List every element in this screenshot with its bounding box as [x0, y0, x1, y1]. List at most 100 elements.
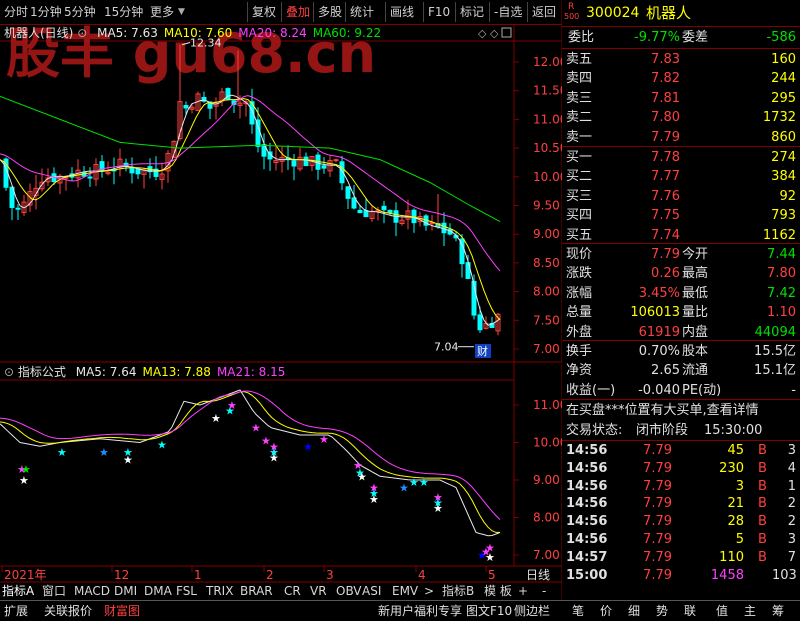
indicator-y-tick-label: 10.00 — [533, 436, 562, 450]
ask-price[interactable]: 7.79 — [622, 128, 680, 147]
bid-price[interactable]: 7.74 — [622, 226, 680, 245]
bid-label: 买四 — [566, 208, 593, 224]
indicator-tab[interactable]: MACD — [74, 582, 110, 600]
candle-body — [87, 176, 93, 179]
stat-label: 收益(一) — [566, 382, 616, 398]
ask-price[interactable]: 7.83 — [622, 50, 680, 69]
signal-star-icon: ★ — [21, 463, 31, 476]
indicator-tab[interactable]: 模 板 — [484, 582, 512, 600]
tick-price: 7.79 — [643, 460, 672, 476]
quote-view-tab[interactable]: 笔 — [572, 602, 584, 620]
kline-chart[interactable]: 12.00 11.50 11.00 10.50 10.00 9.50 9.00 8.50 8.0… — [0, 0, 562, 600]
ma-label: MA13: 7.88 — [142, 365, 211, 379]
quote-view-tab[interactable]: 值 — [716, 602, 728, 620]
trade-status-label: 交易状态: — [566, 423, 623, 438]
indicator-tab[interactable]: - — [542, 582, 546, 600]
stat-value: 7.80 — [767, 266, 796, 282]
main-chart-title: 机器人(日线) — [4, 26, 74, 40]
candle-body — [381, 205, 387, 211]
ma-label: MA10: 7.60 — [163, 26, 233, 40]
status-link[interactable]: 图文F10 — [466, 602, 512, 620]
status-item[interactable]: 关联报价 — [44, 602, 92, 620]
bid-volume: 1162 — [762, 227, 796, 243]
signal-star-icon: ★ — [157, 438, 167, 451]
candle-body — [441, 222, 447, 234]
indicator-tab[interactable]: ASI — [362, 582, 381, 600]
tick-time: 14:56 — [566, 478, 608, 494]
indicator-tab[interactable]: TRIX — [206, 582, 233, 600]
tick-count: 2 — [787, 496, 796, 512]
bid-price[interactable]: 7.78 — [622, 148, 680, 167]
ask-volume: 160 — [771, 52, 796, 67]
status-link[interactable]: 侧边栏 — [514, 602, 550, 620]
ask-price[interactable]: 7.80 — [622, 108, 680, 127]
indicator-y-tick-label: 11.00 — [533, 398, 562, 412]
indicator-y-tick-label: 8.00 — [533, 511, 560, 525]
indicator-tab[interactable]: FSL — [176, 582, 197, 600]
tick-count: 3 — [787, 532, 796, 547]
tick-side: B — [758, 532, 767, 547]
maximize-icon[interactable] — [501, 27, 512, 38]
signal-star-icon: ★ — [57, 446, 67, 459]
tick-time: 14:56 — [566, 460, 608, 476]
tick-count: 7 — [787, 549, 796, 565]
quote-view-tab[interactable]: 细 — [628, 602, 640, 620]
diamond-icon[interactable]: ◇ — [478, 27, 487, 40]
tick-time: 14:56 — [566, 496, 608, 512]
indicator-ma-legend: MA5: 7.64 MA13: 7.88 MA21: 8.15 — [70, 365, 286, 379]
market-badge-top: R — [568, 2, 575, 12]
tick-side: B — [758, 443, 767, 458]
indicator-tab[interactable]: EMV — [392, 582, 418, 600]
diamond-icon[interactable]: ◇ — [490, 27, 499, 40]
indicator-tab[interactable]: VR — [310, 582, 327, 600]
indicator-tab[interactable]: 指标B — [442, 582, 474, 600]
bid-price[interactable]: 7.77 — [622, 167, 680, 186]
ask-price[interactable]: 7.82 — [622, 69, 680, 88]
quote-view-tab[interactable]: 筹 — [772, 602, 784, 620]
bid-volume: 274 — [771, 150, 796, 165]
signal-star-icon: ★ — [369, 493, 379, 506]
quote-view-tab[interactable]: 价 — [600, 602, 612, 620]
candle-body — [345, 186, 351, 199]
indicator-tab[interactable]: DMA — [144, 582, 172, 600]
tick-side: B — [758, 514, 767, 530]
bid-label: 买三 — [566, 188, 593, 204]
indicator-collapse-icon[interactable]: ⊙ — [4, 365, 14, 379]
tick-side: B — [758, 549, 767, 565]
indicator-tab[interactable]: CR — [284, 582, 301, 600]
status-item[interactable]: 财富图 — [104, 602, 140, 620]
tick-price: 7.79 — [643, 514, 672, 530]
quote-view-tab[interactable]: 势 — [656, 602, 668, 620]
stat-label: 内盘 — [682, 324, 709, 340]
indicator-tab[interactable]: > — [424, 582, 434, 600]
candle-body — [255, 119, 261, 147]
status-link[interactable]: 新用户福利专享 — [378, 602, 462, 620]
bid-label: 买五 — [566, 227, 593, 243]
signal-star-icon: ★ — [357, 470, 367, 483]
signal-stars: ★★★★ ★ ★★★★★★★★★★★★★★★★★★★★ ★ ★★★★★★★★ — [17, 399, 495, 564]
indicator-tab[interactable]: 指标A — [2, 582, 34, 600]
ind-ma21-line — [0, 390, 501, 521]
candle-body — [15, 207, 21, 210]
bid-price[interactable]: 7.75 — [622, 206, 680, 225]
stat-value: 7.79 — [651, 247, 680, 262]
indicator-tab[interactable]: + — [518, 582, 528, 600]
indicator-tab[interactable]: 窗口 — [42, 582, 66, 600]
period-label[interactable]: 日线 — [526, 568, 550, 582]
signal-star-icon: ★ — [303, 440, 313, 453]
indicator-tab[interactable]: BRAR — [240, 582, 273, 600]
bid-price[interactable]: 7.76 — [622, 187, 680, 206]
indicator-tab[interactable]: DMI — [114, 582, 137, 600]
collapse-icon[interactable]: ⊙ — [77, 26, 87, 40]
candle-body — [363, 210, 369, 218]
quote-view-tab[interactable]: 主 — [744, 602, 756, 620]
quote-view-tab[interactable]: 联 — [684, 602, 696, 620]
ask-price[interactable]: 7.81 — [622, 89, 680, 108]
status-item[interactable]: 扩展 — [4, 602, 28, 620]
indicator-title: 指标公式 — [17, 365, 66, 379]
tick-count: 4 — [787, 460, 796, 476]
indicator-tab[interactable]: OBV — [336, 582, 362, 600]
market-badge-bottom: 500 — [564, 12, 580, 21]
big-order-notice[interactable]: 在买盘***位置有大买单,查看详情 — [566, 401, 759, 420]
stat-label: 现价 — [566, 247, 593, 262]
